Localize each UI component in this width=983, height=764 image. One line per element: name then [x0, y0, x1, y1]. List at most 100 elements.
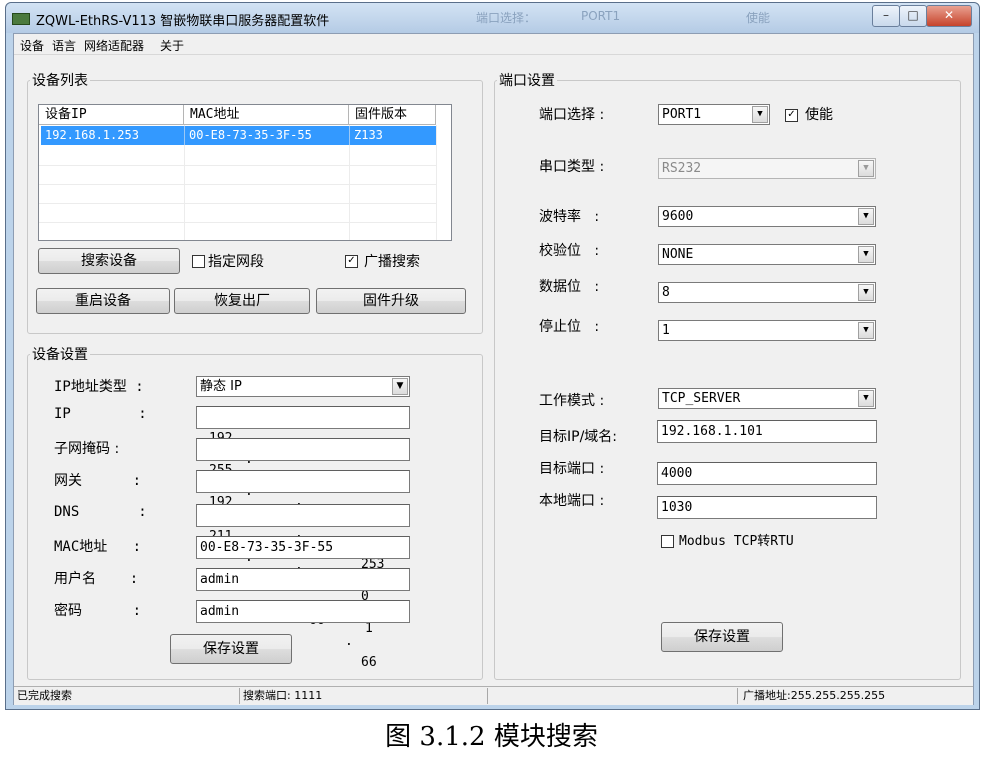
- title-bg-ghost-2: PORT1: [581, 9, 621, 23]
- close-button[interactable]: ✕: [926, 5, 972, 27]
- menu-bar: 设备 语言 网络适配器 关于: [14, 34, 973, 55]
- work-mode-label: 工作模式 :: [539, 393, 605, 409]
- chevron-down-icon: ▼: [858, 284, 874, 301]
- col-header-mac[interactable]: MAC地址: [184, 105, 349, 125]
- ip-type-label: IP地址类型 :: [54, 379, 144, 395]
- title-bg-ghost-3: 使能: [746, 11, 771, 25]
- grid-h-3: [39, 203, 436, 204]
- close-icon: ✕: [943, 8, 955, 22]
- serial-type-label: 串口类型 :: [539, 159, 605, 175]
- grid-h-4: [39, 222, 436, 223]
- device-list-group: 设备列表 设备IP MAC地址 固件版本 192.168.1.253 00-E8…: [27, 70, 483, 334]
- databits-label: 数据位 :: [539, 279, 600, 295]
- chevron-down-icon: ▼: [858, 160, 874, 177]
- baud-select[interactable]: 9600 ▼: [658, 206, 876, 227]
- parity-select[interactable]: NONE ▼: [658, 244, 876, 265]
- factory-reset-button[interactable]: 恢复出厂: [174, 288, 310, 314]
- grid-v-3: [436, 125, 437, 240]
- target-port-field[interactable]: 4000: [657, 462, 877, 485]
- stopbits-select[interactable]: 1 ▼: [658, 320, 876, 341]
- gateway-field[interactable]: 192 . 168 . 1 . 1: [196, 470, 410, 636]
- ip-type-value: 静态 IP: [200, 379, 242, 394]
- enable-checkbox[interactable]: ✓: [785, 109, 798, 122]
- dns-label: DNS :: [54, 504, 147, 520]
- app-window: ZQWL-EthRS-V113 智嵌物联串口服务器配置软件 端口选择： PORT…: [5, 2, 980, 710]
- restart-device-button[interactable]: 重启设备: [36, 288, 170, 314]
- gateway-label: 网关 :: [54, 473, 142, 489]
- title-bg-ghost-1: 端口选择：: [476, 11, 537, 25]
- figure-caption: 图 3.1.2 模块搜索: [385, 722, 598, 752]
- cell-mac: 00-E8-73-35-3F-55: [184, 126, 349, 145]
- grid-h-2: [39, 184, 436, 185]
- port-select-value: PORT1: [662, 107, 702, 122]
- search-device-button[interactable]: 搜索设备: [38, 248, 180, 274]
- port-select-label: 端口选择 :: [539, 107, 605, 123]
- menu-device[interactable]: 设备: [20, 37, 44, 54]
- enable-label: 使能: [805, 107, 833, 123]
- chevron-down-icon: ▼: [752, 106, 768, 123]
- check-icon: ✓: [347, 255, 356, 266]
- col-header-ip[interactable]: 设备IP: [39, 105, 184, 125]
- broadcast-search-label: 广播搜索: [364, 254, 420, 270]
- username-field[interactable]: admin: [196, 568, 410, 591]
- device-settings-title: 设备设置: [32, 347, 88, 363]
- stopbits-value: 1: [662, 323, 670, 338]
- firmware-upgrade-button[interactable]: 固件升级: [316, 288, 466, 314]
- device-settings-group: 设备设置 IP地址类型 : 静态 IP ▼ IP : 192 . 168 . 1…: [27, 344, 483, 680]
- menu-about[interactable]: 关于: [160, 37, 184, 54]
- cell-ip: 192.168.1.253: [45, 128, 139, 142]
- save-device-settings-button[interactable]: 保存设置: [170, 634, 292, 664]
- password-field[interactable]: admin: [196, 600, 410, 623]
- ip-type-select[interactable]: 静态 IP ▼: [196, 376, 410, 397]
- col-header-fw[interactable]: 固件版本: [349, 105, 436, 125]
- work-mode-select[interactable]: TCP_SERVER ▼: [658, 388, 876, 409]
- baud-label: 波特率 :: [539, 209, 600, 225]
- chevron-down-icon: ▼: [858, 208, 874, 225]
- save-port-settings-button[interactable]: 保存设置: [661, 622, 783, 652]
- ip-address-field[interactable]: 192 . 168 . 1 . 253: [196, 406, 410, 572]
- cell-fw: Z133: [349, 126, 436, 145]
- window-title: ZQWL-EthRS-V113 智嵌物联串口服务器配置软件: [36, 14, 330, 29]
- serial-type-select: RS232 ▼: [658, 158, 876, 179]
- stopbits-label: 停止位 :: [539, 319, 600, 335]
- minimize-icon: –: [883, 8, 889, 22]
- title-bar[interactable]: ZQWL-EthRS-V113 智嵌物联串口服务器配置软件 端口选择： PORT…: [6, 3, 979, 33]
- grid-h-1: [39, 165, 436, 166]
- specify-segment-checkbox[interactable]: [192, 255, 205, 268]
- table-row[interactable]: 192.168.1.253 00-E8-73-35-3F-55 Z133: [41, 126, 436, 145]
- menu-network-adapter[interactable]: 网络适配器: [84, 37, 144, 54]
- check-icon: ✓: [787, 109, 796, 120]
- port-settings-title: 端口设置: [499, 73, 555, 89]
- specify-segment-label: 指定网段: [208, 254, 264, 270]
- baud-value: 9600: [662, 209, 694, 224]
- chevron-down-icon: ▼: [392, 378, 408, 395]
- dns-octet-4[interactable]: 66: [361, 652, 377, 673]
- status-middle: [490, 688, 738, 704]
- local-port-label: 本地端口 :: [539, 493, 605, 509]
- dns-field[interactable]: 211 . 162 . 66 . 66: [196, 504, 410, 670]
- device-list-view[interactable]: 设备IP MAC地址 固件版本 192.168.1.253 00-E8-73-3…: [38, 104, 452, 241]
- app-icon: [12, 13, 30, 25]
- port-select[interactable]: PORT1 ▼: [658, 104, 770, 125]
- device-list-title: 设备列表: [32, 73, 88, 89]
- modbus-label: Modbus TCP转RTU: [679, 534, 794, 549]
- minimize-button[interactable]: –: [872, 5, 900, 27]
- username-label: 用户名 :: [54, 571, 139, 587]
- target-ip-field[interactable]: 192.168.1.101: [657, 420, 877, 443]
- mac-field[interactable]: 00-E8-73-35-3F-55: [196, 536, 410, 559]
- subnet-mask-field[interactable]: 255 . 255 . 255 . 0: [196, 438, 410, 604]
- broadcast-search-checkbox[interactable]: ✓: [345, 255, 358, 268]
- local-port-field[interactable]: 1030: [657, 496, 877, 519]
- databits-select[interactable]: 8 ▼: [658, 282, 876, 303]
- client-area: 设备 语言 网络适配器 关于 设备列表 设备IP MAC地址 固件版本 192.…: [13, 33, 974, 705]
- status-bar: 已完成搜索 搜索端口: 1111 广播地址:255.255.255.255: [14, 686, 973, 705]
- target-ip-label: 目标IP/域名:: [539, 429, 618, 445]
- chevron-down-icon: ▼: [858, 390, 874, 407]
- target-port-label: 目标端口 :: [539, 461, 605, 477]
- status-text: 已完成搜索: [14, 688, 240, 704]
- menu-language[interactable]: 语言: [52, 37, 76, 54]
- serial-type-value: RS232: [662, 161, 702, 176]
- maximize-button[interactable]: □: [899, 5, 927, 27]
- mac-label: MAC地址 :: [54, 539, 142, 555]
- modbus-checkbox[interactable]: [661, 535, 674, 548]
